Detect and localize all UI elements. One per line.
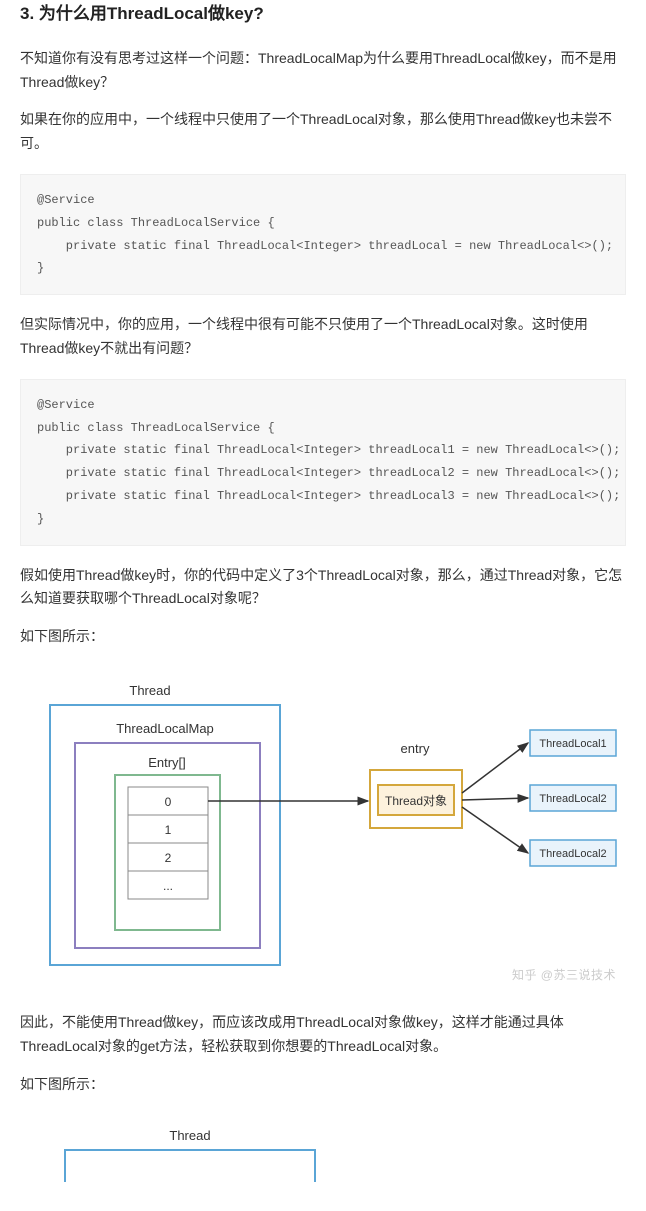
svg-text:ThreadLocal2: ThreadLocal2 <box>539 848 606 860</box>
entry-label: entry <box>401 741 430 756</box>
svg-text:ThreadLocal2: ThreadLocal2 <box>539 793 606 805</box>
diagram-1: Thread ThreadLocalMap Entry[] 0 1 2 ... … <box>20 667 626 989</box>
paragraph: 假如使用Thread做key时，你的代码中定义了3个ThreadLocal对象，… <box>20 564 626 612</box>
svg-text:1: 1 <box>165 823 172 837</box>
paragraph: 如下图所示： <box>20 1073 626 1097</box>
svg-text:2: 2 <box>165 851 172 865</box>
svg-text:0: 0 <box>165 795 172 809</box>
threadlocal-targets: ThreadLocal1 ThreadLocal2 ThreadLocal2 <box>530 730 616 866</box>
thread-label-2: Thread <box>169 1128 210 1143</box>
code-block-1: @Service public class ThreadLocalService… <box>20 174 626 295</box>
paragraph: 如果在你的应用中，一个线程中只使用了一个ThreadLocal对象，那么使用Th… <box>20 108 626 156</box>
threadlocalmap-label: ThreadLocalMap <box>116 721 214 736</box>
thread-box-2 <box>65 1150 315 1182</box>
arrow-to-tl2 <box>462 798 528 800</box>
code-block-2: @Service public class ThreadLocalService… <box>20 379 626 546</box>
thread-object-label: Thread对象 <box>385 794 447 808</box>
watermark: 知乎 @苏三说技术 <box>512 965 616 985</box>
svg-text:ThreadLocal1: ThreadLocal1 <box>539 738 606 750</box>
svg-text:...: ... <box>163 879 173 893</box>
thread-label: Thread <box>129 683 170 698</box>
entry-array-label: Entry[] <box>148 755 186 770</box>
arrow-to-tl3 <box>462 807 528 853</box>
paragraph: 不知道你有没有思考过这样一个问题：ThreadLocalMap为什么要用Thre… <box>20 47 626 95</box>
section-heading: 3. 为什么用ThreadLocal做key? <box>20 0 626 29</box>
entry-cells: 0 1 2 ... <box>128 787 208 899</box>
paragraph: 如下图所示： <box>20 625 626 649</box>
diagram-2: Thread <box>20 1114 626 1186</box>
arrow-to-tl1 <box>462 743 528 793</box>
paragraph: 因此，不能使用Thread做key，而应该改成用ThreadLocal对象做ke… <box>20 1011 626 1059</box>
paragraph: 但实际情况中，你的应用，一个线程中很有可能不只使用了一个ThreadLocal对… <box>20 313 626 361</box>
